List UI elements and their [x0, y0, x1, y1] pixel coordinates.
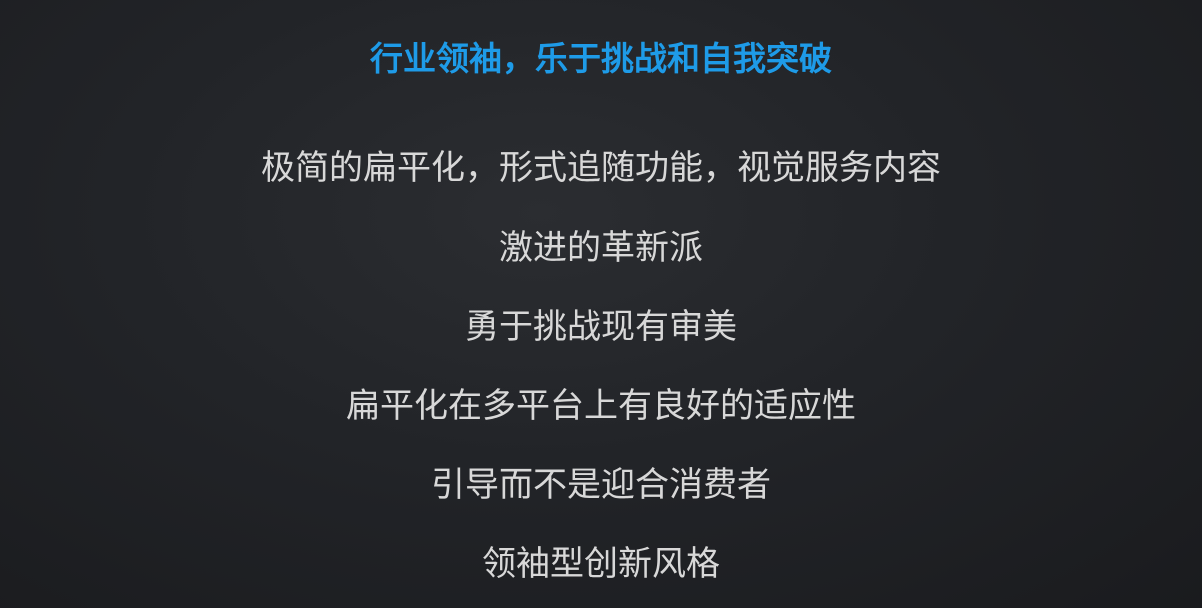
statement-line-4: 扁平化在多平台上有良好的适应性	[346, 386, 856, 426]
statement-line-2: 激进的革新派	[499, 228, 703, 268]
statement-line-6: 领袖型创新风格	[482, 544, 720, 584]
slide-title: 行业领袖，乐于挑战和自我突破	[370, 39, 832, 78]
statement-line-1: 极简的扁平化，形式追随功能，视觉服务内容	[261, 148, 941, 188]
statement-line-5: 引导而不是迎合消费者	[431, 465, 771, 505]
slide: 行业领袖，乐于挑战和自我突破 极简的扁平化，形式追随功能，视觉服务内容 激进的革…	[0, 0, 1202, 608]
statement-line-3: 勇于挑战现有审美	[465, 307, 737, 347]
